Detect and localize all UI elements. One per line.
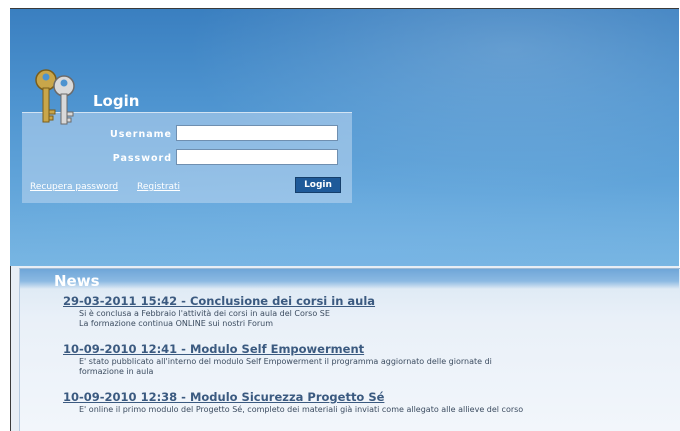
news-title: News: [54, 272, 100, 290]
news-item-text: E' stato pubblicato all'interno del modu…: [79, 357, 492, 366]
login-title: Login: [93, 92, 140, 110]
password-input[interactable]: [176, 149, 338, 165]
news-item-title[interactable]: 29-03-2011 15:42 - Conclusione dei corsi…: [63, 294, 375, 308]
news-item-text: La formazione continua ONLINE sui nostri…: [79, 319, 273, 328]
register-link[interactable]: Registrati: [137, 182, 180, 192]
news-item-text: E' online il primo modulo del Progetto S…: [79, 405, 524, 414]
news-item-title[interactable]: 10-09-2010 12:38 - Modulo Sicurezza Prog…: [63, 390, 384, 404]
recover-password-link[interactable]: Recupera password: [30, 182, 118, 192]
login-button[interactable]: Login: [295, 177, 341, 193]
keys-icon: [35, 69, 75, 125]
password-label: Password: [112, 153, 172, 164]
news-item-text: formazione in aula: [79, 367, 154, 376]
news-header-bar: [20, 269, 679, 289]
news-item-title[interactable]: 10-09-2010 12:41 - Modulo Self Empowerme…: [63, 342, 364, 356]
username-label: Username: [109, 129, 172, 140]
username-input[interactable]: [176, 125, 338, 141]
news-item-text: Si è conclusa a Febbraio l'attività dei …: [79, 309, 330, 318]
